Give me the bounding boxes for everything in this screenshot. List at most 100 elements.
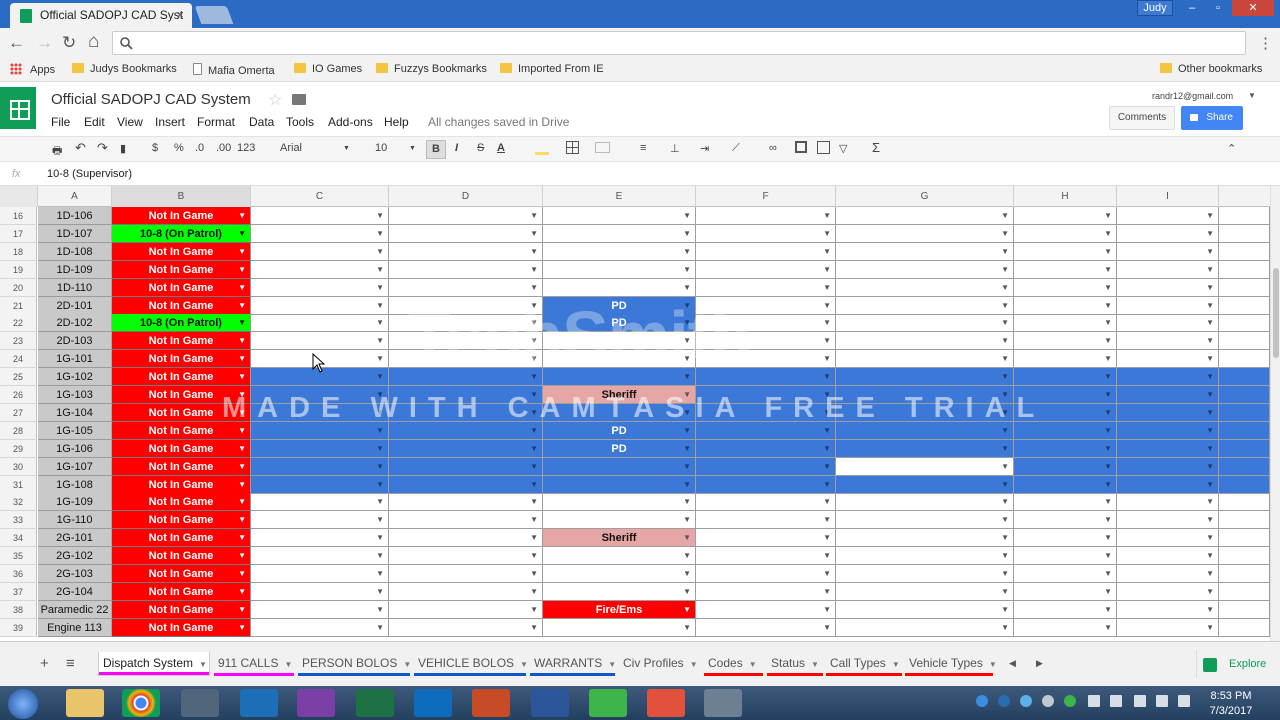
chevron-down-icon[interactable]: ▼ xyxy=(823,386,831,404)
chevron-down-icon[interactable]: ▼ xyxy=(683,207,691,225)
chevron-down-icon[interactable]: ▼ xyxy=(238,601,246,619)
dropdown-cell[interactable]: ▼ xyxy=(1014,565,1117,583)
dropdown-cell[interactable]: ▼ xyxy=(1117,618,1219,637)
unit-callsign-cell[interactable]: 1D-106 xyxy=(38,207,112,225)
chevron-down-icon[interactable]: ▼ xyxy=(1206,297,1214,315)
dropdown-cell[interactable]: ▼ xyxy=(543,242,696,261)
row-number[interactable]: 39 xyxy=(0,618,37,637)
chevron-down-icon[interactable]: ▼ xyxy=(1001,314,1009,332)
status-cell[interactable]: Not In Game ▼ xyxy=(112,600,251,619)
camtasia-recorder-icon[interactable] xyxy=(589,689,627,717)
more-formats-button[interactable]: 123 xyxy=(237,142,255,154)
dropdown-cell[interactable]: ▼ xyxy=(389,529,543,548)
dropdown-cell[interactable]: ▼ xyxy=(1014,582,1117,601)
dropdown-cell[interactable]: ▼ xyxy=(251,260,389,279)
chevron-down-icon[interactable]: ▼ xyxy=(1001,601,1009,619)
status-cell[interactable]: Not In Game ▼ xyxy=(112,332,251,351)
chevron-down-icon[interactable]: ▼ xyxy=(683,261,691,279)
menu-tools[interactable]: Tools xyxy=(286,115,314,129)
chevron-down-icon[interactable]: ▼ xyxy=(530,422,538,440)
status-cell[interactable]: Not In Game ▼ xyxy=(112,403,251,422)
row-number[interactable]: 20 xyxy=(0,278,37,297)
chevron-down-icon[interactable]: ▼ xyxy=(530,297,538,315)
chevron-down-icon[interactable]: ▼ xyxy=(1001,547,1009,565)
chevron-down-icon[interactable]: ▼ xyxy=(823,243,831,261)
chevron-down-icon[interactable]: ▼ xyxy=(1104,440,1112,458)
powerpoint-icon[interactable] xyxy=(472,689,510,717)
filter-icon[interactable]: ▽ xyxy=(839,142,847,155)
dropdown-cell[interactable]: ▼ xyxy=(389,207,543,225)
dropdown-cell[interactable]: ▼ xyxy=(543,565,696,583)
dropdown-cell[interactable]: ▼ xyxy=(696,439,836,458)
row-number[interactable]: 22 xyxy=(0,314,37,333)
dropdown-cell[interactable] xyxy=(1219,314,1270,333)
unit-callsign-cell[interactable]: 1G-110 xyxy=(38,511,112,530)
chevron-down-icon[interactable]: ▼ xyxy=(238,422,246,440)
dropdown-cell[interactable]: ▼ xyxy=(696,314,836,333)
doc-title[interactable]: Official SADOPJ CAD System xyxy=(51,91,251,108)
menu-data[interactable]: Data xyxy=(249,115,274,129)
unit-callsign-cell[interactable]: 2D-103 xyxy=(38,332,112,351)
dropdown-cell[interactable]: ▼ xyxy=(696,386,836,404)
dropdown-cell[interactable]: ▼ xyxy=(251,511,389,530)
apps-shortcut[interactable]: Apps xyxy=(10,63,55,76)
column-header-a[interactable]: A xyxy=(38,186,112,207)
dropdown-cell[interactable]: ▼ xyxy=(836,421,1014,440)
undo-icon[interactable]: ↶ xyxy=(75,140,86,156)
dropdown-cell[interactable]: ▼ xyxy=(251,332,389,351)
sheet-tab[interactable]: WARRANTS ▼ xyxy=(530,652,616,676)
row-number[interactable]: 26 xyxy=(0,386,37,404)
dropdown-cell[interactable]: ▼ xyxy=(251,403,389,422)
chevron-down-icon[interactable]: ▼ xyxy=(376,601,384,619)
chevron-down-icon[interactable]: ▼ xyxy=(1104,493,1112,511)
dropdown-cell[interactable]: ▼ xyxy=(696,296,836,315)
chevron-down-icon[interactable]: ▼ xyxy=(1001,565,1009,583)
dropdown-cell[interactable]: ▼ xyxy=(251,565,389,583)
chevron-down-icon[interactable]: ▼ xyxy=(238,458,246,476)
chevron-down-icon[interactable]: ▼ xyxy=(1206,225,1214,243)
dropdown-cell[interactable] xyxy=(1219,618,1270,637)
chevron-down-icon[interactable]: ▼ xyxy=(238,297,246,315)
chevron-down-icon[interactable]: ▼ xyxy=(1206,476,1214,494)
dropdown-cell[interactable]: ▼ xyxy=(251,529,389,548)
dropdown-cell[interactable] xyxy=(1219,493,1270,512)
chevron-down-icon[interactable]: ▼ xyxy=(376,511,384,529)
account-email[interactable]: randr12@gmail.com xyxy=(1152,91,1233,101)
column-header-e[interactable]: E xyxy=(543,186,696,207)
chevron-down-icon[interactable]: ▼ xyxy=(683,332,691,350)
chevron-down-icon[interactable]: ▼ xyxy=(823,476,831,494)
status-cell[interactable]: Not In Game ▼ xyxy=(112,296,251,315)
dropdown-cell[interactable] xyxy=(1219,475,1270,494)
chevron-down-icon[interactable]: ▼ xyxy=(683,243,691,261)
dropdown-cell[interactable] xyxy=(1219,421,1270,440)
row-number[interactable]: 30 xyxy=(0,457,37,476)
chevron-down-icon[interactable]: ▼ xyxy=(530,601,538,619)
dropdown-cell[interactable]: ▼ xyxy=(543,278,696,297)
dropdown-cell[interactable]: ▼ xyxy=(836,403,1014,422)
start-button-icon[interactable] xyxy=(8,689,38,719)
dropdown-cell[interactable]: ▼ xyxy=(696,368,836,387)
align-vertical-icon[interactable]: ⊥ xyxy=(670,142,680,155)
chevron-down-icon[interactable]: ▼ xyxy=(1104,243,1112,261)
unit-callsign-cell[interactable]: Paramedic 22 xyxy=(38,600,112,619)
dropdown-cell[interactable]: ▼ xyxy=(389,511,543,530)
chevron-down-icon[interactable]: ▼ xyxy=(530,386,538,404)
dropdown-cell[interactable] xyxy=(1219,350,1270,369)
dropdown-cell[interactable]: ▼ xyxy=(1117,242,1219,261)
chevron-down-icon[interactable]: ▼ xyxy=(823,458,831,476)
chevron-down-icon[interactable]: ▼ xyxy=(238,350,246,368)
dropdown-cell[interactable]: ▼ xyxy=(1014,511,1117,530)
chevron-down-icon[interactable]: ▼ xyxy=(1206,493,1214,511)
column-header-c[interactable]: C xyxy=(251,186,389,207)
dropdown-cell[interactable]: ▼ xyxy=(1117,565,1219,583)
dropdown-cell[interactable]: ▼ xyxy=(836,260,1014,279)
dropdown-cell[interactable]: ▼ xyxy=(836,296,1014,315)
chevron-down-icon[interactable]: ▼ xyxy=(683,279,691,297)
row-number[interactable]: 32 xyxy=(0,493,37,512)
chevron-down-icon[interactable]: ▼ xyxy=(1001,493,1009,511)
dropdown-cell[interactable]: ▼ xyxy=(1014,350,1117,369)
chevron-down-icon[interactable]: ▼ xyxy=(1001,583,1009,601)
dropdown-cell[interactable]: ▼ xyxy=(1117,439,1219,458)
dropdown-cell[interactable]: Sheriff ▼ xyxy=(543,529,696,548)
volume-icon[interactable] xyxy=(1110,695,1122,707)
